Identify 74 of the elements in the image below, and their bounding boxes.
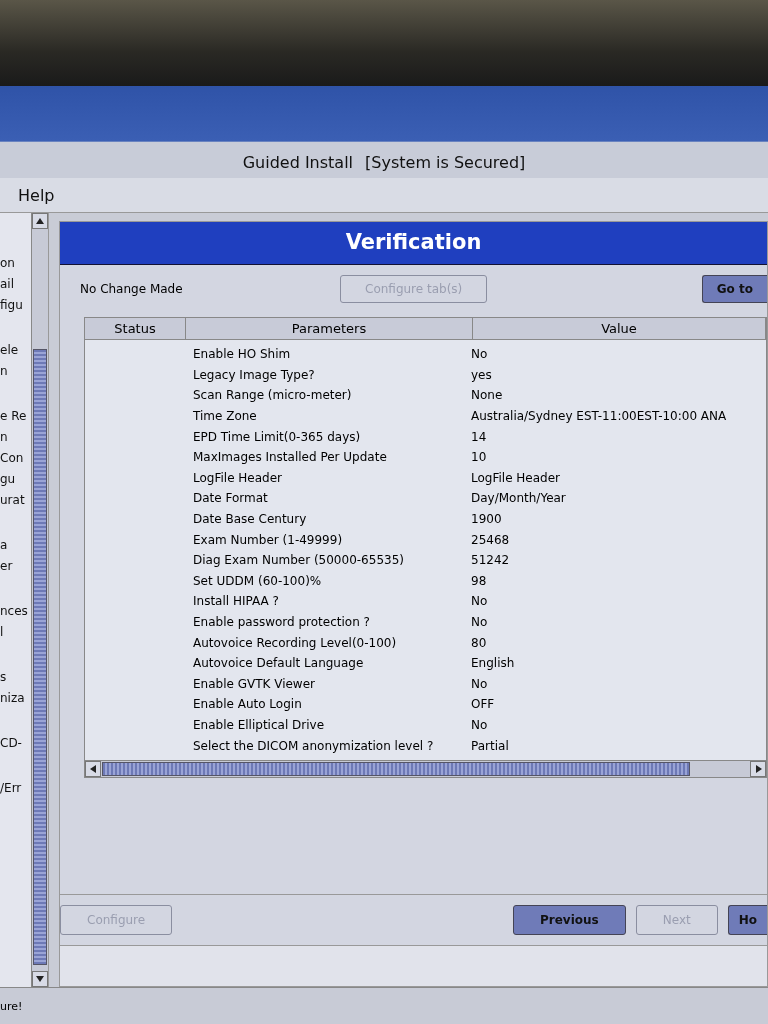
sidebar-item[interactable]: a [0,538,8,552]
table-cell-text: Date Base Century [192,512,308,527]
sidebar-item[interactable]: urat [0,493,25,507]
column-header[interactable]: Parameters [186,318,473,339]
status-message: No Change Made [80,282,184,296]
sidebar-item[interactable]: e Re [0,409,27,423]
button[interactable]: Ho [727,905,767,935]
menu-item[interactable]: Help [18,185,55,205]
sidebar-item[interactable]: ele [0,343,19,357]
sidebar-item[interactable]: l [0,625,4,639]
table-cell-text: No [471,615,489,629]
table-cell-text: 10 [471,450,488,465]
column-header[interactable]: Value [473,318,766,339]
window-title: Guided Install [242,153,354,172]
sidebar-item[interactable]: figu [0,298,23,312]
table-cell-text: English [471,656,516,671]
table-cell-text: Date Format [192,491,269,506]
sidebar-item[interactable]: Con [0,451,24,465]
table-cell-text: 14 [471,429,488,444]
vertical-scrollbar[interactable] [31,213,48,987]
table-cell-text: Enable HO Shim [192,347,292,362]
table-cell-text: No [471,676,489,691]
table-cell-text: Australia/Sydney EST-11:00EST-10:00 ANA [471,409,728,424]
button[interactable]: Previous [513,905,626,935]
table-cell-text: No [471,347,489,362]
sidebar-item[interactable]: n [0,430,8,444]
sidebar-item[interactable]: gu [0,472,16,486]
table-cell-text: Enable Auto Login [192,697,303,712]
panel-title: Verification [60,222,767,265]
table-cell-text: 25468 [471,532,511,547]
table-cell-text: Enable password protection ? [192,615,371,629]
table-cell-text: Day/Month/Year [471,491,567,506]
table-cell-text: Set UDDM (60-100)% [192,573,323,588]
table-cell-text: EPD Time Limit(0-365 days) [192,429,362,444]
horizontal-scrollbar[interactable] [85,759,766,777]
column-header[interactable]: Status [85,318,186,339]
sidebar-item[interactable]: on [0,256,15,270]
table-cell-text: Enable Elliptical Drive [192,718,326,732]
table-cell-text: None [471,388,504,403]
sidebar-item[interactable]: nces [0,604,28,618]
sidebar-item[interactable]: ail [0,277,15,291]
table-cell-text: MaxImages Installed Per Update [192,450,388,465]
table-cell-text: OFF [471,697,496,712]
table-cell-text: Time Zone [192,409,258,424]
sidebar-item[interactable]: er [0,559,13,573]
table-cell-text: No [471,718,489,732]
table-cell-text: 98 [471,573,488,588]
sidebar-item[interactable]: s [0,670,7,684]
table-cell-text: Install HIPAA ? [192,594,280,609]
scroll-thumb[interactable] [102,761,690,776]
button[interactable]: Go to [701,275,767,303]
table-cell-text: Autovoice Recording Level(0-100) [192,635,398,650]
table-cell-text: yes [471,367,493,382]
sidebar-item[interactable]: CD- [0,736,22,750]
security-status: [System is Secured] [365,153,526,172]
scroll-thumb[interactable] [33,349,47,965]
table-cell-text: Exam Number (1-49999) [192,532,344,547]
table-cell-text: Legacy Image Type? [192,367,316,382]
table-cell-text: LogFile Header [471,470,562,485]
table-cell-text: 51242 [471,553,511,568]
table-cell-text: 1900 [471,512,503,527]
table-cell-text: Autovoice Default Language [192,656,365,671]
status-text: ure! [0,999,23,1013]
table-cell-text: 80 [471,635,488,650]
sidebar-item[interactable]: niza [0,691,25,705]
table-cell-text: Partial [471,738,510,753]
table-cell-text: LogFile Header [192,470,284,485]
table-cell-text: Diag Exam Number (50000-65535) [192,553,405,568]
table-cell-text: Enable GVTK Viewer [192,676,316,691]
table-cell-text: Select the DICOM anonymization level ? [192,738,435,753]
sidebar-item[interactable]: n [0,364,8,378]
sidebar-item[interactable]: /Err [0,781,22,795]
table-cell-text: No [471,594,489,609]
table-cell-text: Scan Range (micro-meter) [192,388,353,403]
